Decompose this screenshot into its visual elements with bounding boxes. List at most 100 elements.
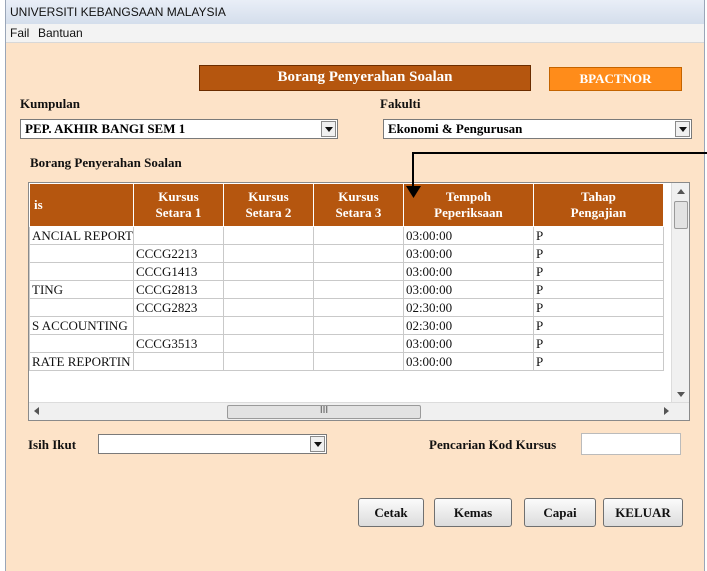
fakulti-select[interactable]: Ekonomi & Pengurusan [383,119,692,139]
grid-cell[interactable] [132,316,224,335]
fakulti-label: Fakulti [380,96,421,111]
scroll-thumb[interactable] [674,201,688,229]
grid-cell[interactable] [222,298,314,317]
grid-cell[interactable]: 03:00:00 [402,334,534,353]
column-header[interactable]: Kursus Setara 3 [312,183,404,227]
table-row[interactable]: CCCG2213 03:00:00 P [29,244,664,263]
grid-cell[interactable] [312,352,404,371]
horizontal-scrollbar[interactable]: III [29,402,689,420]
kumpulan-label: Kumpulan [20,96,80,111]
grid-cell[interactable] [222,352,314,371]
arrow-left-icon[interactable] [34,407,39,415]
grid-cell[interactable] [312,226,404,245]
grid-cell[interactable]: P [532,352,664,371]
grid-cell[interactable]: P [532,316,664,335]
table-row[interactable]: ANCIAL REPORT 03:00:00 P [29,226,664,245]
grid-header-row: is Kursus Setara 1 Kursus Setara 2 Kursu… [29,183,664,227]
search-label: Pencarian Kod Kursus [429,437,557,452]
window-title: UNIVERSITI KEBANGSAAN MALAYSIA [10,5,226,19]
grid-cell[interactable] [312,298,404,317]
chevron-down-icon[interactable] [675,121,690,137]
table-row[interactable]: RATE REPORTIN 03:00:00 P [29,352,664,371]
grid-cell[interactable]: CCCG2823 [132,298,224,317]
update-button[interactable]: Kemas [434,498,512,527]
grid-cell[interactable]: P [532,262,664,281]
grid-cell[interactable]: CCCG3513 [132,334,224,353]
grid-cell[interactable] [222,262,314,281]
exit-button[interactable]: KELUAR [603,498,683,527]
arrow-down-icon[interactable] [677,392,685,397]
grid-cell[interactable] [312,262,404,281]
grid-cell[interactable] [222,280,314,299]
menu-bantuan[interactable]: Bantuan [38,26,83,40]
grid-cell[interactable]: 03:00:00 [402,226,534,245]
grid-cell[interactable]: P [532,298,664,317]
title-bar: UNIVERSITI KEBANGSAAN MALAYSIA [6,0,704,25]
isih-label: Isih Ikut [28,437,77,452]
arrow-up-icon[interactable] [677,189,685,194]
column-header[interactable]: Kursus Setara 1 [132,183,224,227]
grid-cell[interactable] [132,352,224,371]
table-row[interactable]: CCCG3513 03:00:00 P [29,334,664,353]
grid-cell[interactable] [312,244,404,263]
data-grid[interactable]: is Kursus Setara 1 Kursus Setara 2 Kursu… [28,182,690,421]
grid-cell[interactable]: 03:00:00 [402,244,534,263]
grid-cell[interactable]: CCCG1413 [132,262,224,281]
column-header[interactable]: is [29,183,134,227]
grid-cell[interactable] [29,262,134,281]
grid-cell[interactable]: 03:00:00 [402,352,534,371]
table-row[interactable]: CCCG1413 03:00:00 P [29,262,664,281]
grid-cell[interactable] [29,334,134,353]
chevron-down-icon[interactable] [321,121,336,137]
table-row[interactable]: CCCG2823 02:30:00 P [29,298,664,317]
column-header[interactable]: Kursus Setara 2 [222,183,314,227]
isih-select[interactable] [98,434,327,454]
arrow-right-icon[interactable] [664,407,669,415]
grid-cell[interactable]: P [532,226,664,245]
search-input[interactable] [581,433,681,455]
grid-cell[interactable]: S ACCOUNTING [29,316,134,335]
table-row[interactable]: TING CCCG2813 03:00:00 P [29,280,664,299]
grid-caption: Borang Penyerahan Soalan [30,155,182,170]
grid-cell[interactable] [312,334,404,353]
kumpulan-select[interactable]: PEP. AKHIR BANGI SEM 1 [20,119,338,139]
grid-cell[interactable] [29,298,134,317]
grid-cell[interactable]: RATE REPORTIN [29,352,134,371]
annotation-line [412,152,414,189]
app-window: UNIVERSITI KEBANGSAAN MALAYSIA Fail Bant… [5,0,707,571]
grid-cell[interactable]: ANCIAL REPORT [29,226,134,245]
chevron-down-icon[interactable] [310,436,325,452]
annotation-line [413,152,707,154]
fetch-button[interactable]: Capai [524,498,596,527]
grid-cell[interactable]: TING [29,280,134,299]
grid-cell[interactable] [222,244,314,263]
grid-cell[interactable] [222,226,314,245]
grid-cell[interactable]: CCCG2813 [132,280,224,299]
grid-cell[interactable] [222,334,314,353]
grid-cell[interactable] [312,316,404,335]
grid-cell[interactable] [29,244,134,263]
grid-cell[interactable] [222,316,314,335]
grid-cell[interactable]: P [532,280,664,299]
grid-cell[interactable]: CCCG2213 [132,244,224,263]
grid-cell[interactable]: 03:00:00 [402,262,534,281]
table-row[interactable]: S ACCOUNTING 02:30:00 P [29,316,664,335]
grid-cell[interactable]: 03:00:00 [402,280,534,299]
grid-cell[interactable] [132,226,224,245]
print-button[interactable]: Cetak [358,498,424,527]
form-code-badge: BPACTNOR [549,67,682,91]
fakulti-value: Ekonomi & Pengurusan [388,121,523,136]
menu-fail[interactable]: Fail [10,26,29,40]
grid-cell[interactable]: P [532,244,664,263]
grid-cell[interactable]: 02:30:00 [402,298,534,317]
form-title: Borang Penyerahan Soalan [199,65,531,91]
column-header[interactable]: Tahap Pengajian [532,183,664,227]
grid-cell[interactable]: 02:30:00 [402,316,534,335]
column-header[interactable]: Tempoh Peperiksaan [402,183,534,227]
scroll-thumb[interactable]: III [227,405,421,419]
vertical-scrollbar[interactable] [671,183,689,403]
grid-table: is Kursus Setara 1 Kursus Setara 2 Kursu… [29,183,664,371]
grid-cell[interactable]: P [532,334,664,353]
menu-bar: Fail Bantuan [6,24,704,43]
grid-cell[interactable] [312,280,404,299]
